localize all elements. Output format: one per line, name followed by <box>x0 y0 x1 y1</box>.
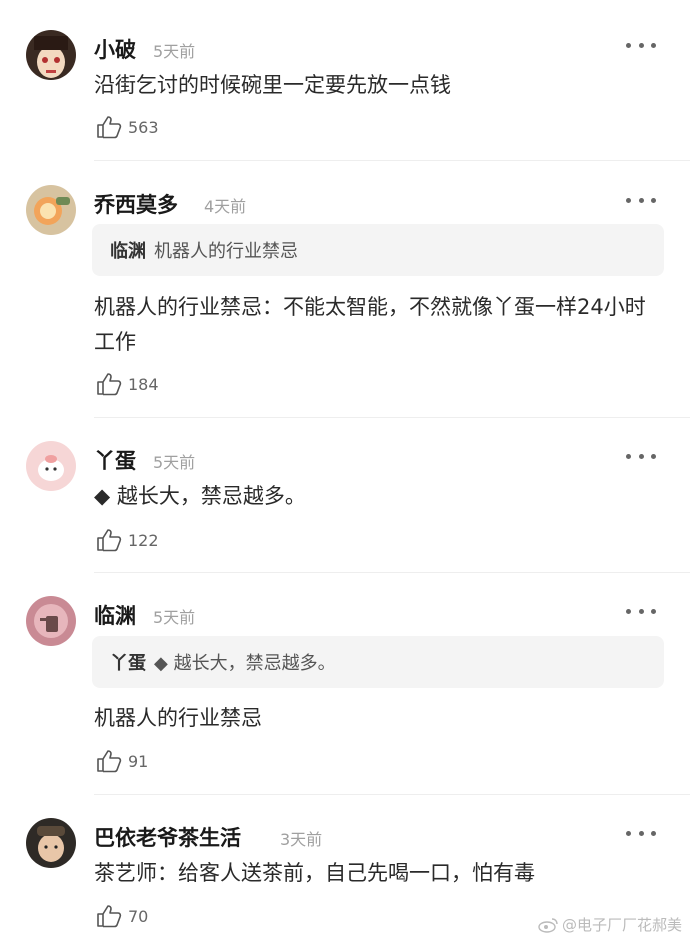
dot-icon <box>626 42 631 48</box>
quoted-reply[interactable]: 丫蛋 ◆ 越长大，禁忌越多。 <box>92 636 664 688</box>
avatar[interactable] <box>26 441 76 491</box>
comment-text: ◆ 越长大，禁忌越多。 <box>94 484 306 508</box>
like-button[interactable]: 70 <box>96 904 148 928</box>
dot-icon <box>638 453 644 459</box>
weibo-logo-icon <box>538 917 558 933</box>
dot-icon <box>651 197 656 203</box>
quoted-text: 机器人的行业禁忌 <box>154 241 298 262</box>
dot-icon <box>626 830 631 836</box>
dot-icon <box>638 197 644 203</box>
like-count: 122 <box>128 530 159 550</box>
comment-text: 机器人的行业禁忌：不能太智能，不然就像丫蛋一样24小时工作 <box>94 295 646 354</box>
divider <box>94 572 690 573</box>
more-options-button[interactable] <box>626 604 656 618</box>
quoted-username: 临渊 <box>110 241 146 262</box>
divider <box>94 794 690 795</box>
avatar-image <box>26 185 76 235</box>
watermark: @电子厂厂花郝美 <box>538 914 682 935</box>
quoted-username: 丫蛋 <box>110 653 146 674</box>
dot-icon <box>638 608 644 614</box>
divider <box>94 160 690 161</box>
dot-icon <box>638 830 644 836</box>
dot-icon <box>651 830 656 836</box>
username[interactable]: 小破 <box>94 34 136 64</box>
like-count: 91 <box>128 751 149 771</box>
dot-icon <box>626 608 631 614</box>
like-count: 184 <box>128 374 159 394</box>
like-count: 563 <box>128 117 159 137</box>
thumbs-up-icon <box>97 750 122 773</box>
quoted-reply[interactable]: 临渊 机器人的行业禁忌 <box>92 224 664 276</box>
like-button[interactable]: 563 <box>96 115 159 139</box>
more-options-button[interactable] <box>626 38 656 52</box>
dot-icon <box>651 453 656 459</box>
like-button[interactable]: 91 <box>96 749 148 773</box>
avatar[interactable] <box>26 596 76 646</box>
watermark-text: @电子厂厂花郝美 <box>561 916 682 934</box>
thumbs-up-icon <box>97 116 122 139</box>
avatar[interactable] <box>26 185 76 235</box>
avatar-image <box>26 30 76 80</box>
comment-text: 机器人的行业禁忌 <box>94 706 262 730</box>
timestamp: 3天前 <box>280 830 323 849</box>
dot-icon <box>626 197 631 203</box>
dot-icon <box>651 42 656 48</box>
dot-icon <box>626 453 631 459</box>
avatar-image <box>26 596 76 646</box>
avatar-image <box>26 441 76 491</box>
thumbs-up-icon <box>97 373 122 396</box>
like-count: 70 <box>128 906 149 926</box>
like-button[interactable]: 184 <box>96 372 159 396</box>
thumbs-up-icon <box>97 905 122 928</box>
avatar[interactable] <box>26 30 76 80</box>
like-button[interactable]: 122 <box>96 528 159 552</box>
divider <box>94 417 690 418</box>
timestamp: 5天前 <box>153 42 196 61</box>
username[interactable]: 临渊 <box>94 600 136 630</box>
timestamp: 4天前 <box>204 197 247 216</box>
username[interactable]: 乔西莫多 <box>94 189 178 219</box>
avatar[interactable] <box>26 818 76 868</box>
timestamp: 5天前 <box>153 453 196 472</box>
username[interactable]: 丫蛋 <box>94 445 136 475</box>
more-options-button[interactable] <box>626 193 656 207</box>
avatar-image <box>26 818 76 868</box>
more-options-button[interactable] <box>626 826 656 840</box>
dot-icon <box>651 608 656 614</box>
thumbs-up-icon <box>97 529 122 552</box>
dot-icon <box>638 42 644 48</box>
username[interactable]: 巴依老爷茶生活 <box>94 822 241 852</box>
timestamp: 5天前 <box>153 608 196 627</box>
comment-text: 沿街乞讨的时候碗里一定要先放一点钱 <box>94 73 451 97</box>
comment-text: 茶艺师：给客人送茶前，自己先喝一口，怕有毒 <box>94 861 535 885</box>
more-options-button[interactable] <box>626 449 656 463</box>
quoted-text: ◆ 越长大，禁忌越多。 <box>154 653 336 674</box>
